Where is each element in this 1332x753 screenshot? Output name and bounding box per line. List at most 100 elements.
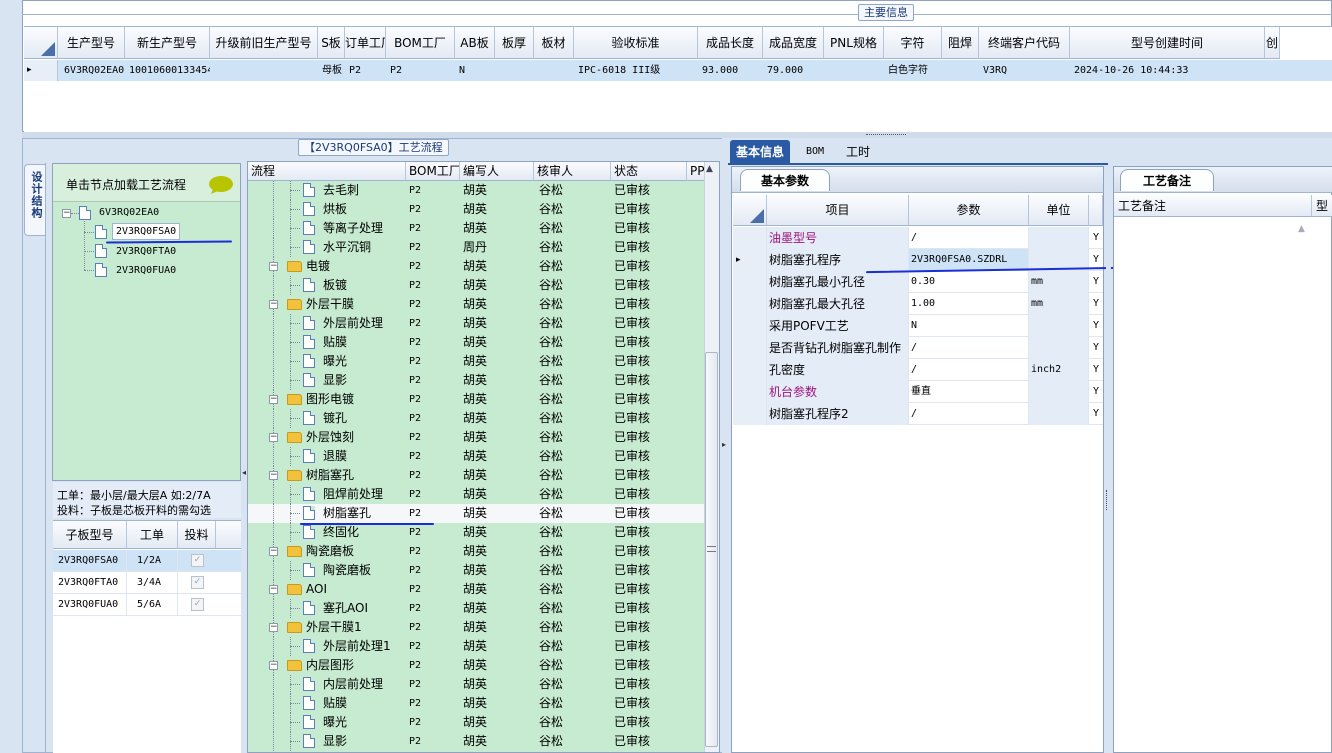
main-info-cell-0[interactable]: 6V3RQ02EA0	[60, 60, 127, 81]
flow-row[interactable]: − 树脂塞孔 P2 胡英 谷松 已审核	[248, 466, 704, 485]
tab-basic-info[interactable]: 基本信息	[730, 140, 791, 164]
param-value[interactable]: /	[909, 227, 1029, 249]
param-value[interactable]: /	[909, 337, 1029, 359]
col-flag[interactable]	[1089, 195, 1103, 226]
main-info-cell-9[interactable]: IPC-6018 III级	[574, 60, 698, 81]
subboard-row[interactable]: 2V3RQ0FTA0 3/4A ✓	[53, 572, 241, 594]
flow-toggle[interactable]: −	[269, 395, 278, 404]
col-header-16[interactable]: 型号创建时间	[1070, 27, 1265, 59]
flow-toggle[interactable]: −	[269, 661, 278, 670]
notes-scroll-up-icon[interactable]: ▲	[1298, 224, 1305, 234]
flow-row[interactable]: 终固化 P2 胡英 谷松 已审核	[248, 523, 704, 542]
tree-node[interactable]: 2V3RQ0FTA0	[116, 243, 176, 260]
main-info-cell-7[interactable]	[495, 60, 534, 81]
param-row[interactable]: 树脂塞孔最大孔径 1.00 mm Y	[733, 293, 1103, 315]
col-reviewer[interactable]: 核审人	[534, 162, 611, 181]
main-info-cell-15[interactable]: V3RQ	[979, 60, 1070, 81]
main-info-cell-13[interactable]: 白色字符	[884, 60, 942, 81]
main-info-cell-16[interactable]: 2024-10-26 10:44:33	[1070, 60, 1265, 81]
subboard-row[interactable]: 2V3RQ0FUA0 5/6A ✓	[53, 594, 241, 616]
main-info-grid[interactable]: 生产型号新生产型号升级前旧生产型号S板订单工厂BOM工厂AB板板厚板材验收标准成…	[24, 26, 1332, 132]
main-info-cell-6[interactable]: N	[455, 60, 495, 81]
main-info-cell-8[interactable]	[534, 60, 574, 81]
main-info-cell-14[interactable]	[942, 60, 979, 81]
col-writer[interactable]: 编写人	[460, 162, 534, 181]
col-item[interactable]: 项目	[767, 195, 909, 226]
right-splitter[interactable]	[1106, 166, 1111, 753]
col-feed[interactable]: 投料	[178, 521, 216, 549]
col-param[interactable]: 参数	[909, 195, 1029, 226]
flow-row[interactable]: 水平沉铜 P2 周丹 谷松 已审核	[248, 238, 704, 257]
tree-node-root[interactable]: 6V3RQ02EA0	[99, 204, 159, 221]
col-bom-factory[interactable]: BOM工厂	[406, 162, 460, 181]
col-header-1[interactable]: 新生产型号	[125, 27, 210, 59]
col-header-6[interactable]: AB板	[455, 27, 495, 59]
process-notes-tab[interactable]: 工艺备注	[1120, 169, 1214, 191]
flow-row[interactable]: − 外层蚀刻 P2 胡英 谷松 已审核	[248, 428, 704, 447]
flow-row[interactable]: 贴膜 P2 胡英 谷松 已审核	[248, 694, 704, 713]
flow-toggle[interactable]: −	[269, 433, 278, 442]
param-value[interactable]: /	[909, 403, 1029, 425]
col-flow[interactable]: 流程	[248, 162, 406, 181]
col-process-note[interactable]: 工艺备注	[1114, 195, 1312, 217]
flow-row[interactable]: − 外层干膜 P2 胡英 谷松 已审核	[248, 295, 704, 314]
main-info-cell-2[interactable]	[210, 60, 318, 81]
col-header-7[interactable]: 板厚	[495, 27, 534, 59]
feed-checkbox[interactable]: ✓	[191, 598, 204, 611]
col-header-12[interactable]: PNL规格	[824, 27, 884, 59]
col-header-3[interactable]: S板	[318, 27, 345, 59]
process-flow-grid[interactable]: 流程 BOM工厂 编写人 核审人 状态 PP 去毛刺 P2 胡英 谷松 已审核 烘板 P2 胡…	[247, 161, 720, 753]
feed-checkbox[interactable]: ✓	[191, 554, 204, 567]
main-info-cell-1[interactable]: 10010600133454	[125, 60, 210, 81]
feed-checkbox[interactable]: ✓	[191, 576, 204, 589]
param-value[interactable]: 垂直	[909, 381, 1029, 403]
flow-toggle[interactable]: −	[269, 547, 278, 556]
flow-row[interactable]: 等离子处理 P2 胡英 谷松 已审核	[248, 219, 704, 238]
flow-row[interactable]: 曝光 P2 胡英 谷松 已审核	[248, 352, 704, 371]
col-header-5[interactable]: BOM工厂	[386, 27, 455, 59]
col-unit[interactable]: 单位	[1029, 195, 1089, 226]
param-row[interactable]: 是否背钻孔树脂塞孔制作 / Y	[733, 337, 1103, 359]
flow-toggle[interactable]: −	[269, 585, 278, 594]
col-header-14[interactable]: 阻焊	[942, 27, 979, 59]
col-header-8[interactable]: 板材	[534, 27, 574, 59]
flow-row[interactable]: − 图形电镀 P2 胡英 谷松 已审核	[248, 390, 704, 409]
param-row[interactable]: 孔密度 / inch2 Y	[733, 359, 1103, 381]
col-header-17[interactable]: 创	[1265, 27, 1280, 59]
main-info-cell-4[interactable]: P2	[345, 60, 386, 81]
param-row[interactable]: 树脂塞孔最小孔径 0.30 mm Y	[733, 271, 1103, 293]
col-model[interactable]: 型号	[1312, 195, 1332, 217]
col-header-2[interactable]: 升级前旧生产型号	[210, 27, 318, 59]
main-info-cell-5[interactable]: P2	[386, 60, 455, 81]
flow-row[interactable]: 树脂塞孔 P2 胡英 谷松 已审核	[248, 504, 704, 523]
design-structure-tab[interactable]: 设计结构	[24, 164, 45, 236]
tree-node-selected[interactable]: 2V3RQ0FSA0	[112, 223, 181, 240]
main-info-cell-11[interactable]: 79.000	[763, 60, 824, 81]
col-header-11[interactable]: 成品宽度	[763, 27, 824, 59]
param-value[interactable]: 0.30	[909, 271, 1029, 293]
col-status[interactable]: 状态	[611, 162, 687, 181]
tab-work-hours[interactable]: 工时	[840, 140, 876, 164]
col-header-13[interactable]: 字符	[884, 27, 942, 59]
flow-toggle[interactable]: −	[269, 623, 278, 632]
col-header-10[interactable]: 成品长度	[698, 27, 763, 59]
flow-row[interactable]: 烘板 P2 胡英 谷松 已审核	[248, 200, 704, 219]
param-value[interactable]: /	[909, 359, 1029, 381]
flow-toggle[interactable]: −	[269, 300, 278, 309]
flow-row[interactable]: 退膜 P2 胡英 谷松 已审核	[248, 447, 704, 466]
flow-row[interactable]: 贴膜 P2 胡英 谷松 已审核	[248, 333, 704, 352]
flow-row[interactable]: 陶瓷磨板 P2 胡英 谷松 已审核	[248, 561, 704, 580]
flow-row[interactable]: − 外层干膜1 P2 胡英 谷松 已审核	[248, 618, 704, 637]
param-value[interactable]: 1.00	[909, 293, 1029, 315]
main-info-cell-3[interactable]: 母板	[318, 60, 345, 81]
flow-row[interactable]: 显影 P2 胡英 谷松 已审核	[248, 371, 704, 390]
main-info-cell-10[interactable]: 93.000	[698, 60, 763, 81]
flow-row[interactable]: 外层前处理1 P2 胡英 谷松 已审核	[248, 637, 704, 656]
scroll-up-icon[interactable]: ▲	[706, 164, 713, 174]
col-header-0[interactable]: 生产型号	[58, 27, 125, 59]
flow-row[interactable]: − 陶瓷磨板 P2 胡英 谷松 已审核	[248, 542, 704, 561]
flow-row[interactable]: 阻焊前处理 P2 胡英 谷松 已审核	[248, 485, 704, 504]
subboard-grid[interactable]: 子板型号 工单 投料 2V3RQ0FSA0 1/2A ✓ 2V3RQ0FTA0 3/4A…	[53, 520, 241, 753]
col-work-order[interactable]: 工单	[127, 521, 178, 549]
main-info-cell-17[interactable]	[1265, 60, 1280, 81]
